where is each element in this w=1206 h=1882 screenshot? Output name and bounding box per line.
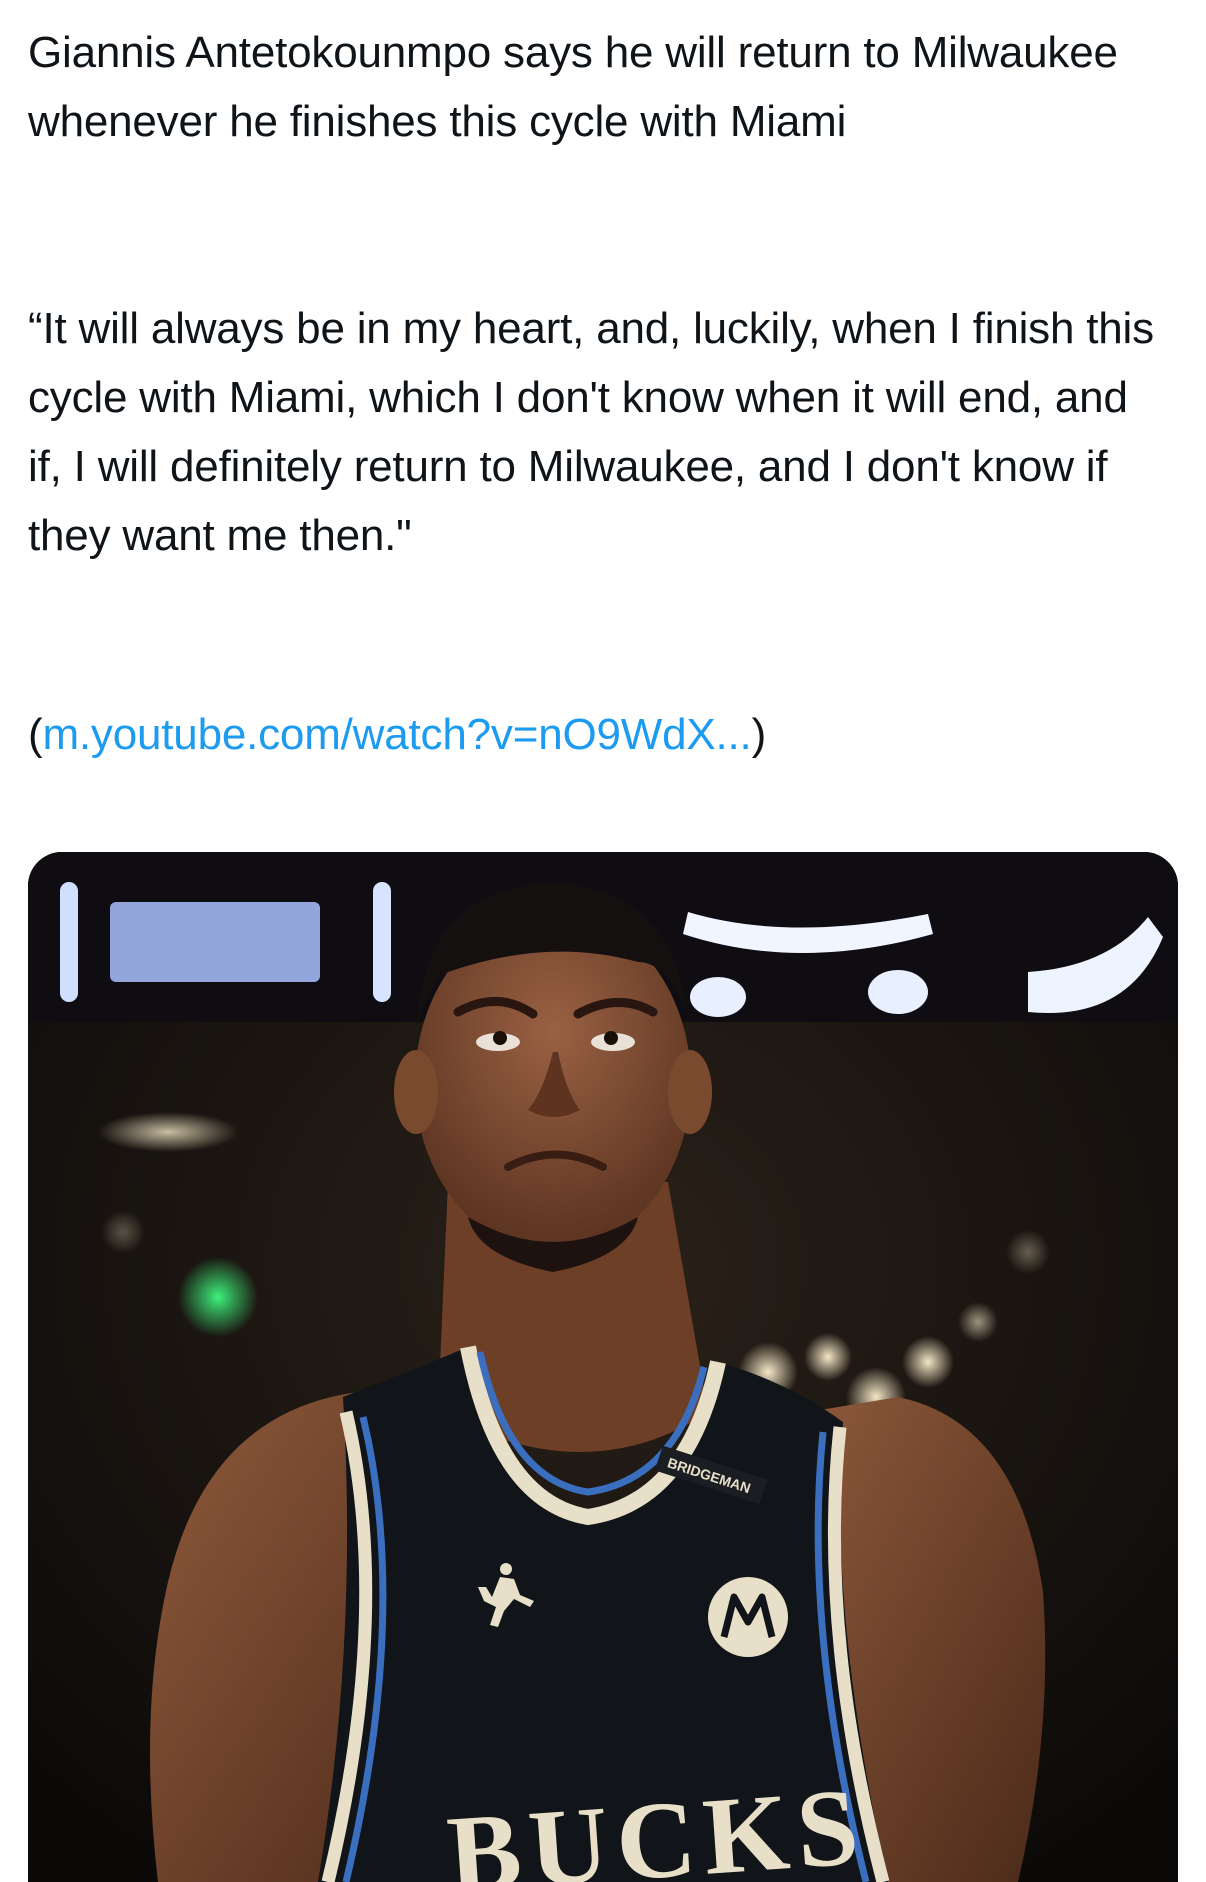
arena-light-bar (60, 882, 78, 1002)
arena-light-bar (373, 882, 391, 1002)
post-quote: “It will always be in my heart, and, luc… (28, 304, 1154, 560)
post-headline: Giannis Antetokounmpo says he will retur… (28, 28, 1118, 146)
link-close-paren: ) (751, 710, 767, 759)
youtube-link[interactable]: m.youtube.com/watch?v=nO9WdX... (42, 710, 751, 759)
post-card: Giannis Antetokounmpo says he will retur… (0, 0, 1206, 1882)
green-light-bokeh (178, 1257, 258, 1337)
arena-sign (110, 902, 320, 982)
left-ear (394, 1050, 438, 1134)
youtube-link-row[interactable]: (m.youtube.com/watch?v=nO9WdX...) (28, 700, 766, 769)
link-open-paren: ( (28, 710, 43, 759)
right-ear (668, 1050, 712, 1134)
player-photo-illustration: BRIDGEMAN BUCKS (28, 852, 1178, 1882)
post-photo[interactable]: BRIDGEMAN BUCKS (28, 852, 1178, 1882)
